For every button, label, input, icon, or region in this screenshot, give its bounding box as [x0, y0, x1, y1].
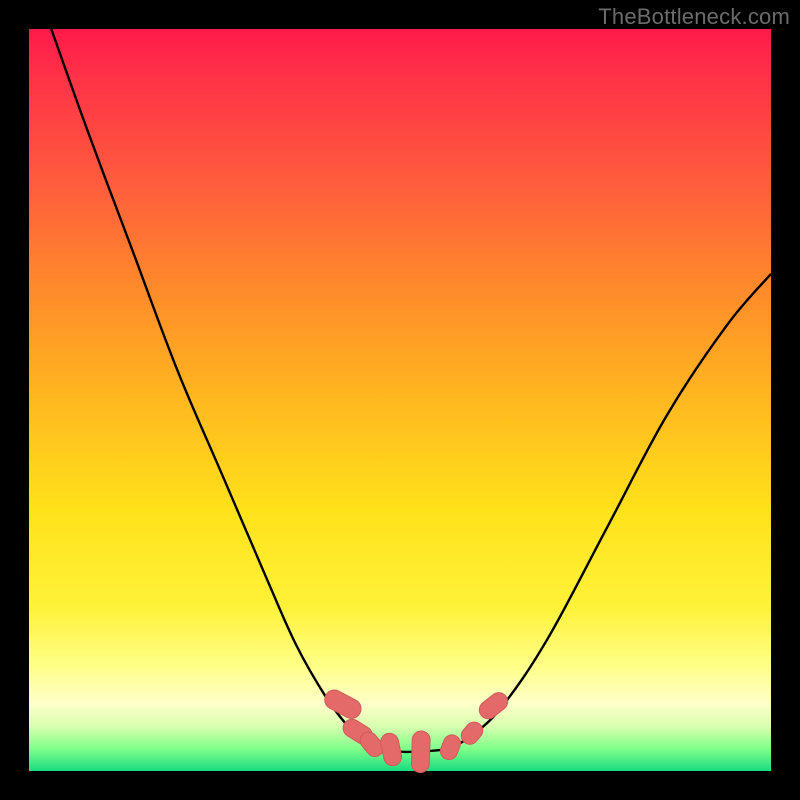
- chart-svg: [29, 29, 771, 771]
- bottleneck-curve: [51, 29, 771, 752]
- outer-frame: TheBottleneck.com: [0, 0, 800, 800]
- curve-marker: [476, 689, 512, 722]
- curve-layer: [51, 29, 771, 752]
- marker-layer: [321, 687, 511, 773]
- watermark-text: TheBottleneck.com: [598, 4, 790, 30]
- curve-marker: [438, 732, 463, 762]
- curve-marker: [458, 719, 486, 748]
- curve-marker: [379, 732, 403, 768]
- curve-marker: [411, 731, 430, 773]
- curve-marker: [321, 687, 364, 722]
- plot-area: [29, 29, 771, 771]
